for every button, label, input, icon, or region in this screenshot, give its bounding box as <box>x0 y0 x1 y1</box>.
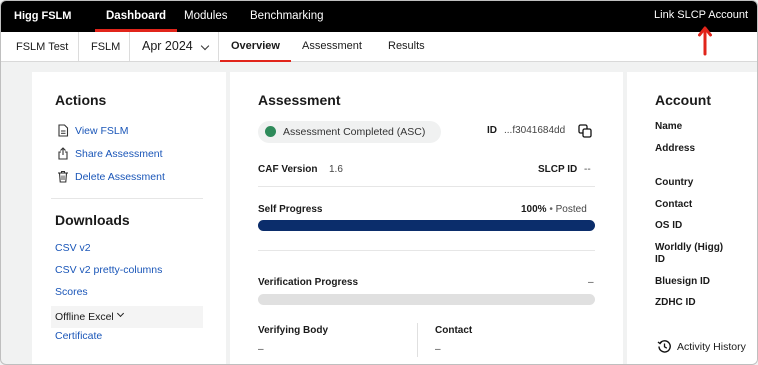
divider <box>129 32 130 61</box>
chevron-down-icon <box>116 309 125 318</box>
offline-excel-dropdown[interactable]: Offline Excel <box>51 306 203 328</box>
slcp-id-label: SLCP ID <box>538 164 578 175</box>
verification-progress-label: Verification Progress <box>258 277 359 288</box>
actions-card: Actions View FSLM Share Assessment Delet… <box>32 72 226 364</box>
assessment-title: Assessment <box>258 92 341 108</box>
nav-benchmarking-label: Benchmarking <box>250 10 324 22</box>
brand-logo[interactable]: Higg FSLM <box>14 10 71 22</box>
self-progress-status: Posted <box>555 204 587 215</box>
divider <box>51 198 203 199</box>
history-icon <box>657 340 671 353</box>
account-card: Account Name Address Country Contact OS … <box>627 72 757 364</box>
nav-benchmarking[interactable]: Benchmarking <box>250 1 324 32</box>
tab-results-label: Results <box>388 40 425 52</box>
divider <box>417 323 418 357</box>
download-certificate[interactable]: Certificate <box>55 330 102 342</box>
verification-progress-value: – <box>588 277 594 288</box>
account-title: Account <box>655 92 711 108</box>
caf-version-value: 1.6 <box>329 164 343 175</box>
status-dot-icon <box>265 126 276 137</box>
breadcrumb-fslm[interactable]: FSLM <box>91 32 120 61</box>
offline-excel-label: Offline Excel <box>55 311 114 323</box>
self-progress-label: Self Progress <box>258 204 323 215</box>
account-address-label: Address <box>655 143 696 154</box>
document-icon <box>58 124 69 137</box>
account-contact-label: Contact <box>655 199 693 210</box>
id-label: ID <box>487 125 497 136</box>
account-bluesign-id-label: Bluesign ID <box>655 276 711 287</box>
download-csv-v2-pretty[interactable]: CSV v2 pretty-columns <box>55 264 162 276</box>
tab-overview-label: Overview <box>231 40 280 52</box>
tab-overview[interactable]: Overview <box>220 32 291 62</box>
nav-modules[interactable]: Modules <box>184 1 227 32</box>
period-value: Apr 2024 <box>142 39 193 53</box>
verifying-body-value: – <box>258 344 264 355</box>
copy-icon[interactable] <box>578 124 592 138</box>
self-progress-summary: 100% • Posted <box>521 204 587 215</box>
downloads-title: Downloads <box>55 212 130 228</box>
assessment-card: Assessment Assessment Completed (ASC) ID… <box>230 72 623 364</box>
app-window: Higg FSLM Dashboard Modules Benchmarking… <box>0 0 758 365</box>
self-progress-fill <box>258 220 595 231</box>
divider <box>258 186 595 187</box>
breadcrumb-fslm-test[interactable]: FSLM Test <box>16 32 68 61</box>
link-slcp-account[interactable]: Link SLCP Account <box>654 9 748 21</box>
divider <box>258 250 595 251</box>
share-assessment-link: Share Assessment <box>75 148 163 160</box>
account-zdhc-id-label: ZDHC ID <box>655 297 696 308</box>
account-worldly-id-label: Worldly (Higg) ID <box>655 242 724 265</box>
verification-progress-bar <box>258 294 595 305</box>
view-fslm-link: View FSLM <box>75 125 129 137</box>
account-name-label: Name <box>655 121 683 132</box>
share-icon <box>58 147 68 160</box>
nav-modules-label: Modules <box>184 10 228 22</box>
account-os-id-label: OS ID <box>655 220 683 231</box>
account-country-label: Country <box>655 177 694 188</box>
delete-assessment-link: Delete Assessment <box>75 171 165 183</box>
nav-dashboard[interactable]: Dashboard <box>95 1 178 32</box>
chevron-down-icon <box>200 41 210 51</box>
tab-results[interactable]: Results <box>388 32 425 61</box>
trash-icon <box>58 171 68 183</box>
status-badge: Assessment Completed (ASC) <box>258 121 441 143</box>
top-nav-bar: Higg FSLM Dashboard Modules Benchmarking… <box>1 1 757 32</box>
download-csv-v2[interactable]: CSV v2 <box>55 242 91 254</box>
verifying-body-label: Verifying Body <box>258 325 329 336</box>
contact-label: Contact <box>435 325 473 336</box>
activity-history-label: Activity History <box>677 341 746 353</box>
contact-value: – <box>435 344 441 355</box>
self-progress-bar <box>258 220 595 231</box>
annotation-arrow-icon <box>698 26 712 56</box>
divider <box>218 32 219 61</box>
slcp-id-value: -- <box>584 164 591 175</box>
self-progress-percent: 100% <box>521 204 547 215</box>
tab-active-underline <box>220 60 291 62</box>
caf-version-label: CAF Version <box>258 164 318 175</box>
download-scores[interactable]: Scores <box>55 286 88 298</box>
divider <box>78 32 79 61</box>
id-value: ...f3041684dd <box>504 125 566 136</box>
tab-assessment[interactable]: Assessment <box>302 32 362 61</box>
actions-title: Actions <box>55 92 107 108</box>
status-text: Assessment Completed (ASC) <box>283 126 426 138</box>
sub-nav-bar: FSLM Test FSLM Apr 2024 Overview Assessm… <box>1 32 757 62</box>
tab-assessment-label: Assessment <box>302 40 362 52</box>
nav-dashboard-label: Dashboard <box>106 10 167 22</box>
